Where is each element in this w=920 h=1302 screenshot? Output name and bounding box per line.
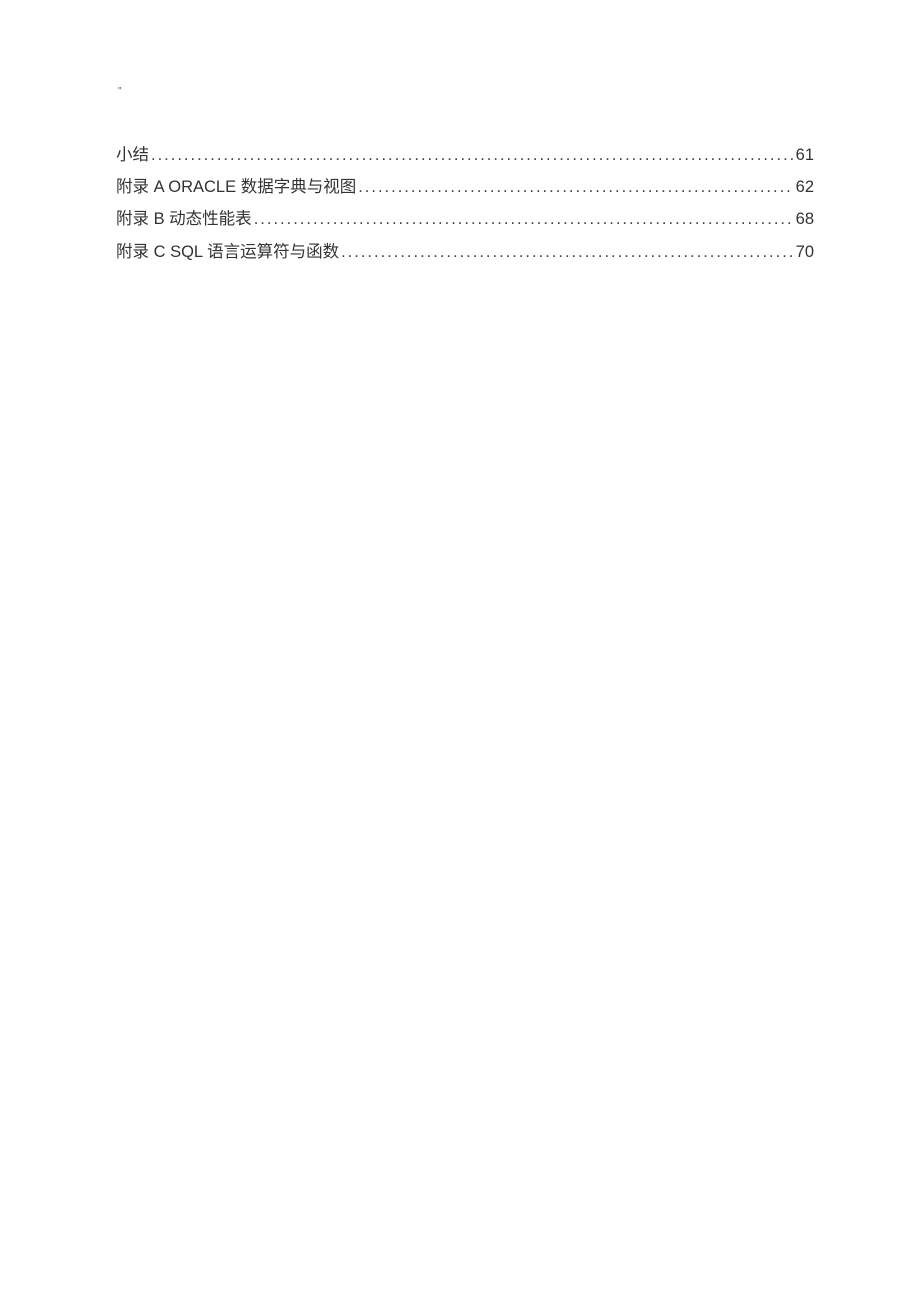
toc-leader (341, 236, 794, 268)
toc-title: 附录 A ORACLE 数据字典与视图 (116, 171, 356, 203)
toc-leader (151, 139, 794, 171)
toc-title: 附录 C SQL 语言运算符与函数 (116, 236, 339, 268)
toc-page-number: 61 (796, 139, 814, 171)
toc-page-number: 62 (796, 171, 814, 203)
toc-entry: 附录 C SQL 语言运算符与函数 70 (116, 236, 814, 268)
toc-page-number: 70 (796, 236, 814, 268)
toc-entry: 附录 B 动态性能表 68 (116, 203, 814, 235)
document-page: " 小结 61 附录 A ORACLE 数据字典与视图 62 附录 B 动态性能… (0, 0, 920, 268)
table-of-contents: 小结 61 附录 A ORACLE 数据字典与视图 62 附录 B 动态性能表 … (116, 139, 814, 268)
toc-title: 附录 B 动态性能表 (116, 203, 252, 235)
toc-entry: 附录 A ORACLE 数据字典与视图 62 (116, 171, 814, 203)
header-mark: " (118, 86, 814, 97)
toc-leader (254, 203, 794, 235)
toc-title: 小结 (116, 139, 149, 171)
toc-page-number: 68 (796, 203, 814, 235)
toc-entry: 小结 61 (116, 139, 814, 171)
toc-leader (358, 171, 793, 203)
